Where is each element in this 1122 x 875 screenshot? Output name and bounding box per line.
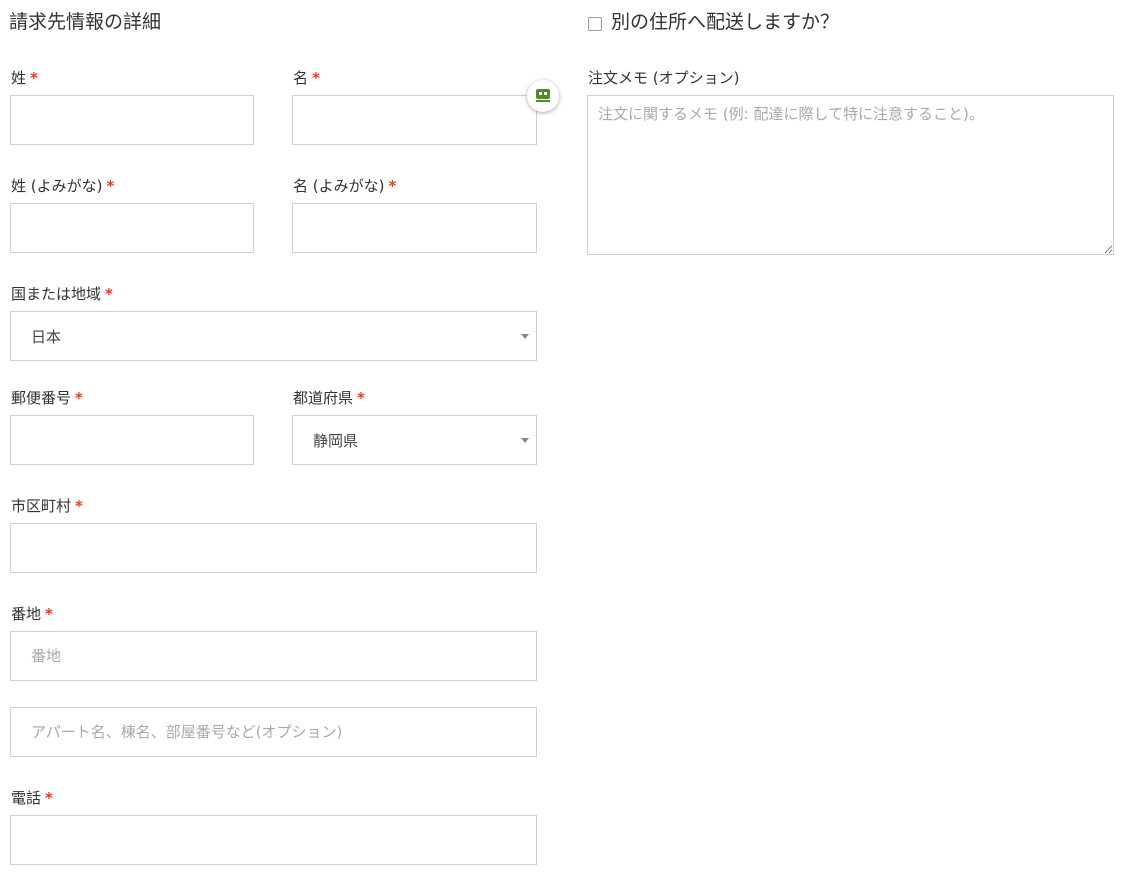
required-mark: *	[45, 789, 53, 807]
ship-different-label[interactable]: 別の住所へ配送しますか？	[611, 10, 839, 34]
country-selected-value: 日本	[31, 327, 62, 346]
last-name-kana-label-text: 姓 (よみがな)	[11, 177, 103, 195]
billing-title: 請求先情報の詳細	[9, 11, 162, 33]
required-mark: *	[357, 389, 365, 407]
first-name-kana-label-text: 名 (よみがな)	[293, 177, 385, 195]
autofill-badge[interactable]	[527, 80, 559, 112]
address-1-label: 番地 *	[11, 604, 53, 624]
phone-label: 電話 *	[11, 788, 53, 808]
ship-different-checkbox[interactable]	[588, 17, 602, 31]
caret-down-icon	[521, 334, 529, 339]
required-mark: *	[75, 497, 83, 515]
address-1-input[interactable]	[10, 631, 537, 681]
first-name-label: 名 *	[293, 68, 320, 88]
postcode-input[interactable]	[10, 415, 254, 465]
last-name-kana-label: 姓 (よみがな) *	[11, 176, 114, 196]
required-mark: *	[106, 177, 115, 195]
required-mark: *	[30, 69, 38, 87]
first-name-kana-label: 名 (よみがな) *	[293, 176, 396, 196]
country-label-text: 国または地域	[11, 285, 102, 303]
robot-icon	[536, 89, 550, 102]
required-mark: *	[105, 285, 113, 303]
first-name-label-text: 名	[293, 69, 309, 87]
city-label-text: 市区町村	[11, 497, 72, 515]
address-1-label-text: 番地	[11, 605, 42, 623]
state-label: 都道府県 *	[293, 388, 365, 408]
caret-down-icon	[521, 438, 529, 443]
country-label: 国または地域 *	[11, 284, 113, 304]
phone-input[interactable]	[10, 815, 537, 865]
state-select[interactable]: 静岡県	[292, 415, 537, 465]
last-name-input[interactable]	[10, 95, 254, 145]
city-label: 市区町村 *	[11, 496, 83, 516]
country-select[interactable]: 日本	[10, 311, 537, 361]
required-mark: *	[45, 605, 53, 623]
required-mark: *	[388, 177, 397, 195]
order-notes-label: 注文メモ (オプション)	[588, 69, 740, 87]
phone-label-text: 電話	[11, 789, 42, 807]
first-name-input[interactable]	[292, 95, 537, 145]
address-2-input[interactable]	[10, 707, 537, 757]
required-mark: *	[312, 69, 320, 87]
order-notes-textarea[interactable]	[587, 95, 1114, 255]
last-name-kana-input[interactable]	[10, 203, 254, 253]
city-input[interactable]	[10, 523, 537, 573]
last-name-label: 姓 *	[11, 68, 38, 88]
state-selected-value: 静岡県	[313, 431, 359, 450]
postcode-label-text: 郵便番号	[11, 389, 72, 407]
postcode-label: 郵便番号 *	[11, 388, 83, 408]
last-name-label-text: 姓	[11, 69, 27, 87]
state-label-text: 都道府県	[293, 389, 354, 407]
first-name-kana-input[interactable]	[292, 203, 537, 253]
required-mark: *	[75, 389, 83, 407]
